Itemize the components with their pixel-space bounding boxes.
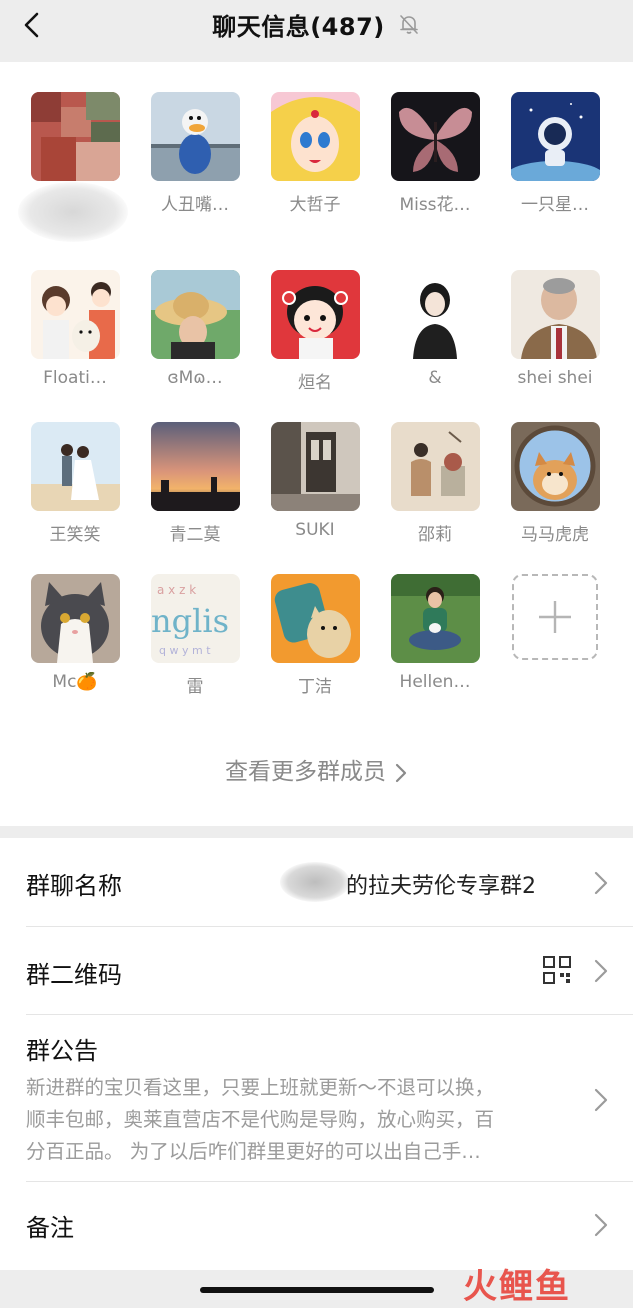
avatar [270, 270, 360, 359]
svg-text:q w y m t: q w y m t [159, 644, 211, 657]
member-name: shei shei [517, 368, 593, 388]
view-more-label: 查看更多群成员 [225, 759, 386, 785]
avatar [150, 92, 240, 181]
member-name: 雷 [186, 677, 204, 697]
group-qrcode-label: 群二维码 [26, 961, 122, 989]
member-item[interactable]: a x z k nglis q w y m t 雷 [145, 574, 245, 704]
avatar [30, 92, 120, 181]
remark-row[interactable]: 备注 [0, 1182, 633, 1270]
qrcode-icon [543, 956, 571, 984]
svg-text:nglis: nglis [151, 602, 229, 640]
avatar [270, 92, 360, 181]
watermark-logo: 火鲤鱼 [463, 1267, 571, 1307]
chevron-right-icon [594, 1088, 608, 1112]
notice-line: 新进群的宝贝看这里，只要上班就更新～不退可以换， [26, 1076, 495, 1099]
avatar [270, 422, 360, 511]
member-name: 人丑嘴… [161, 195, 229, 215]
avatar [510, 270, 600, 359]
avatar [30, 574, 120, 663]
member-name: 一只星… [521, 195, 589, 215]
avatar [510, 92, 600, 181]
member-item[interactable]: 马马虎虎 [505, 422, 605, 552]
group-notice-text: 新进群的宝贝看这里，只要上班就更新～不退可以换， 顺丰包邮，奥莱直营店不是代购是… [26, 1072, 571, 1168]
home-indicator [200, 1287, 434, 1293]
member-name: 马马虎虎 [521, 525, 589, 545]
member-item[interactable]: 烜名 [265, 270, 365, 400]
chevron-right-icon [594, 871, 608, 895]
member-item[interactable]: Hellen… [385, 574, 485, 704]
plus-icon [539, 601, 571, 633]
member-item[interactable]: 人丑嘴… [145, 92, 245, 222]
member-name: ɞMɷ… [167, 368, 223, 388]
member-item[interactable]: SUKI [265, 422, 365, 552]
chevron-right-icon [594, 959, 608, 983]
member-item[interactable]: 青二莫 [145, 422, 245, 552]
member-item[interactable]: Mc🍊 [25, 574, 125, 704]
chevron-right-icon [594, 1213, 608, 1237]
member-name: Miss花… [399, 195, 471, 215]
group-notice-label: 群公告 [26, 1037, 98, 1065]
member-item[interactable]: ɞMɷ… [145, 270, 245, 400]
settings-list: 群聊名称 的拉夫劳伦专享群2 群二维码 群公告 新进群的宝贝看这里，只要上班就更… [0, 838, 633, 1270]
member-name: 烜名 [298, 373, 332, 393]
group-name-label: 群聊名称 [26, 872, 122, 900]
avatar [510, 422, 600, 511]
group-notice-row[interactable]: 群公告 新进群的宝贝看这里，只要上班就更新～不退可以换， 顺丰包邮，奥莱直营店不… [0, 1015, 633, 1181]
back-arrow-icon[interactable] [18, 10, 48, 40]
group-qrcode-row[interactable]: 群二维码 [0, 927, 633, 1014]
notice-line: 顺丰包邮，奥莱直营店不是代购是导购，放心购买，百 [26, 1108, 495, 1131]
member-name: 王笑笑 [49, 525, 101, 545]
privacy-blur [18, 182, 128, 242]
avatar: a x z k nglis q w y m t [150, 574, 240, 663]
avatar [390, 92, 480, 181]
member-name: Mc🍊 [52, 672, 98, 692]
member-item[interactable]: 王笑笑 [25, 422, 125, 552]
member-item[interactable]: Floati… [25, 270, 125, 400]
member-name: 丁洁 [298, 677, 332, 697]
avatar [390, 574, 480, 663]
member-name: 青二莫 [169, 525, 221, 545]
member-name: Floati… [43, 368, 107, 388]
avatar [150, 422, 240, 511]
member-name: 邵莉 [418, 525, 452, 545]
member-item[interactable]: & [385, 270, 485, 400]
members-panel: 人丑嘴… 大哲子 Miss花… 一只星… Floati… ɞMɷ… 烜名 & s… [0, 62, 633, 826]
avatar [30, 270, 120, 359]
member-name: & [428, 368, 442, 388]
member-name: SUKI [295, 520, 335, 540]
avatar [270, 574, 360, 663]
member-item[interactable]: 大哲子 [265, 92, 365, 222]
group-name-row[interactable]: 群聊名称 的拉夫劳伦专享群2 [0, 838, 633, 926]
chevron-right-icon [395, 763, 407, 782]
add-member-button[interactable] [505, 574, 605, 704]
member-name: 大哲子 [289, 195, 341, 215]
view-more-members-link[interactable]: 查看更多群成员 [0, 752, 633, 786]
avatar [390, 270, 480, 359]
avatar [30, 422, 120, 511]
remark-label: 备注 [26, 1214, 74, 1242]
member-item[interactable]: shei shei [505, 270, 605, 400]
group-name-value: 的拉夫劳伦专享群2 [346, 874, 536, 899]
member-name: Hellen… [399, 672, 471, 692]
avatar [390, 422, 480, 511]
member-item[interactable]: Miss花… [385, 92, 485, 222]
page-title: 聊天信息(487) [212, 12, 385, 41]
mute-bell-icon [399, 15, 418, 34]
avatar [150, 270, 240, 359]
svg-text:a x z k: a x z k [157, 583, 196, 597]
nav-bar: 聊天信息(487) [0, 0, 633, 62]
member-item[interactable]: 丁洁 [265, 574, 365, 704]
member-item[interactable]: 一只星… [505, 92, 605, 222]
notice-line: 分百正品。 为了以后咋们群里更好的可以出自己手… [26, 1140, 481, 1163]
privacy-blur [280, 862, 350, 902]
member-item[interactable]: 邵莉 [385, 422, 485, 552]
